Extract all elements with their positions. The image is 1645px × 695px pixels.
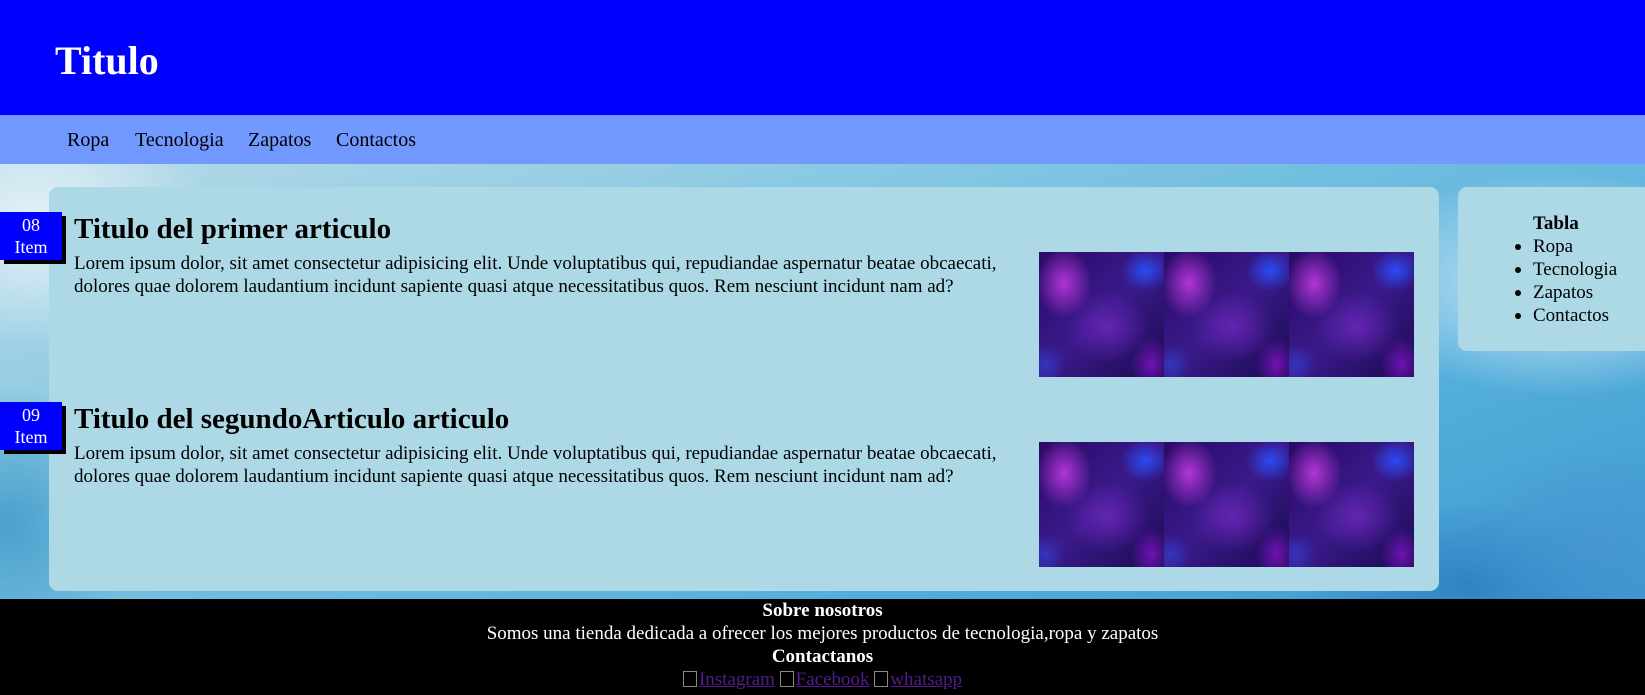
- badge-number: 09: [22, 405, 40, 425]
- site-footer: Sobre nosotros Somos una tienda dedicada…: [0, 599, 1645, 695]
- site-header: Titulo: [0, 0, 1645, 115]
- facebook-label: Facebook: [795, 669, 870, 690]
- article-badge: 09 Item: [0, 402, 62, 450]
- image-tile: [1289, 442, 1414, 567]
- footer-about-title: Sobre nosotros: [762, 600, 883, 621]
- image-tile: [1164, 442, 1289, 567]
- sidebar-item-tecnologia: Tecnologia: [1514, 259, 1618, 280]
- sidebar-list: Ropa Tecnologia Zapatos Contactos: [1514, 235, 1618, 327]
- nav-link-zapatos[interactable]: Zapatos: [248, 128, 311, 152]
- image-tile: [1039, 252, 1164, 377]
- article-text: Lorem ipsum dolor, sit amet consectetur …: [74, 253, 997, 297]
- whatsapp-link[interactable]: whatsapp: [874, 669, 962, 690]
- sidebar-item-ropa: Ropa: [1514, 235, 1617, 258]
- instagram-link[interactable]: Instagram: [682, 669, 775, 690]
- footer-contact-title: Contactanos: [771, 646, 874, 667]
- broken-image-icon: [682, 671, 697, 687]
- article-text: Lorem ipsum dolor, sit amet consectetur …: [74, 443, 997, 487]
- broken-image-icon: [874, 671, 889, 687]
- social-links: Instagram Facebook whatsapp: [0, 668, 1645, 691]
- badge-label: Item: [14, 237, 48, 257]
- site-title: Titulo: [55, 38, 159, 83]
- article-title: Titulo del segundoArticulo articulo: [74, 403, 510, 435]
- broken-image-icon: [779, 671, 794, 687]
- badge-label: Item: [14, 427, 48, 447]
- facebook-link[interactable]: Facebook: [779, 669, 870, 690]
- main-nav: Ropa Tecnologia Zapatos Contactos: [0, 115, 1645, 164]
- article-image: [1039, 442, 1414, 567]
- image-tile: [1039, 442, 1164, 567]
- sidebar-item-zapatos: Zapatos: [1514, 281, 1617, 304]
- whatsapp-label: whatsapp: [890, 669, 963, 690]
- badge-number: 08: [22, 215, 40, 235]
- nav-link-contactos[interactable]: Contactos: [336, 128, 416, 152]
- image-tile: [1164, 252, 1289, 377]
- nav-link-ropa[interactable]: Ropa: [67, 128, 109, 152]
- article-title: Titulo del primer articulo: [74, 213, 392, 245]
- image-tile: [1289, 252, 1414, 377]
- article-badge: 08 Item: [0, 212, 62, 260]
- instagram-label: Instagram: [698, 669, 775, 690]
- sidebar-item-contactos: Contactos: [1514, 304, 1617, 327]
- sidebar-title: Tabla: [1533, 213, 1579, 234]
- sidebar-table: Tabla Ropa Tecnologia Zapatos Contactos: [1458, 187, 1645, 351]
- article-image: [1039, 252, 1414, 377]
- nav-link-tecnologia[interactable]: Tecnologia: [135, 128, 224, 152]
- footer-about-text: Somos una tienda dedicada a ofrecer los …: [486, 623, 1159, 644]
